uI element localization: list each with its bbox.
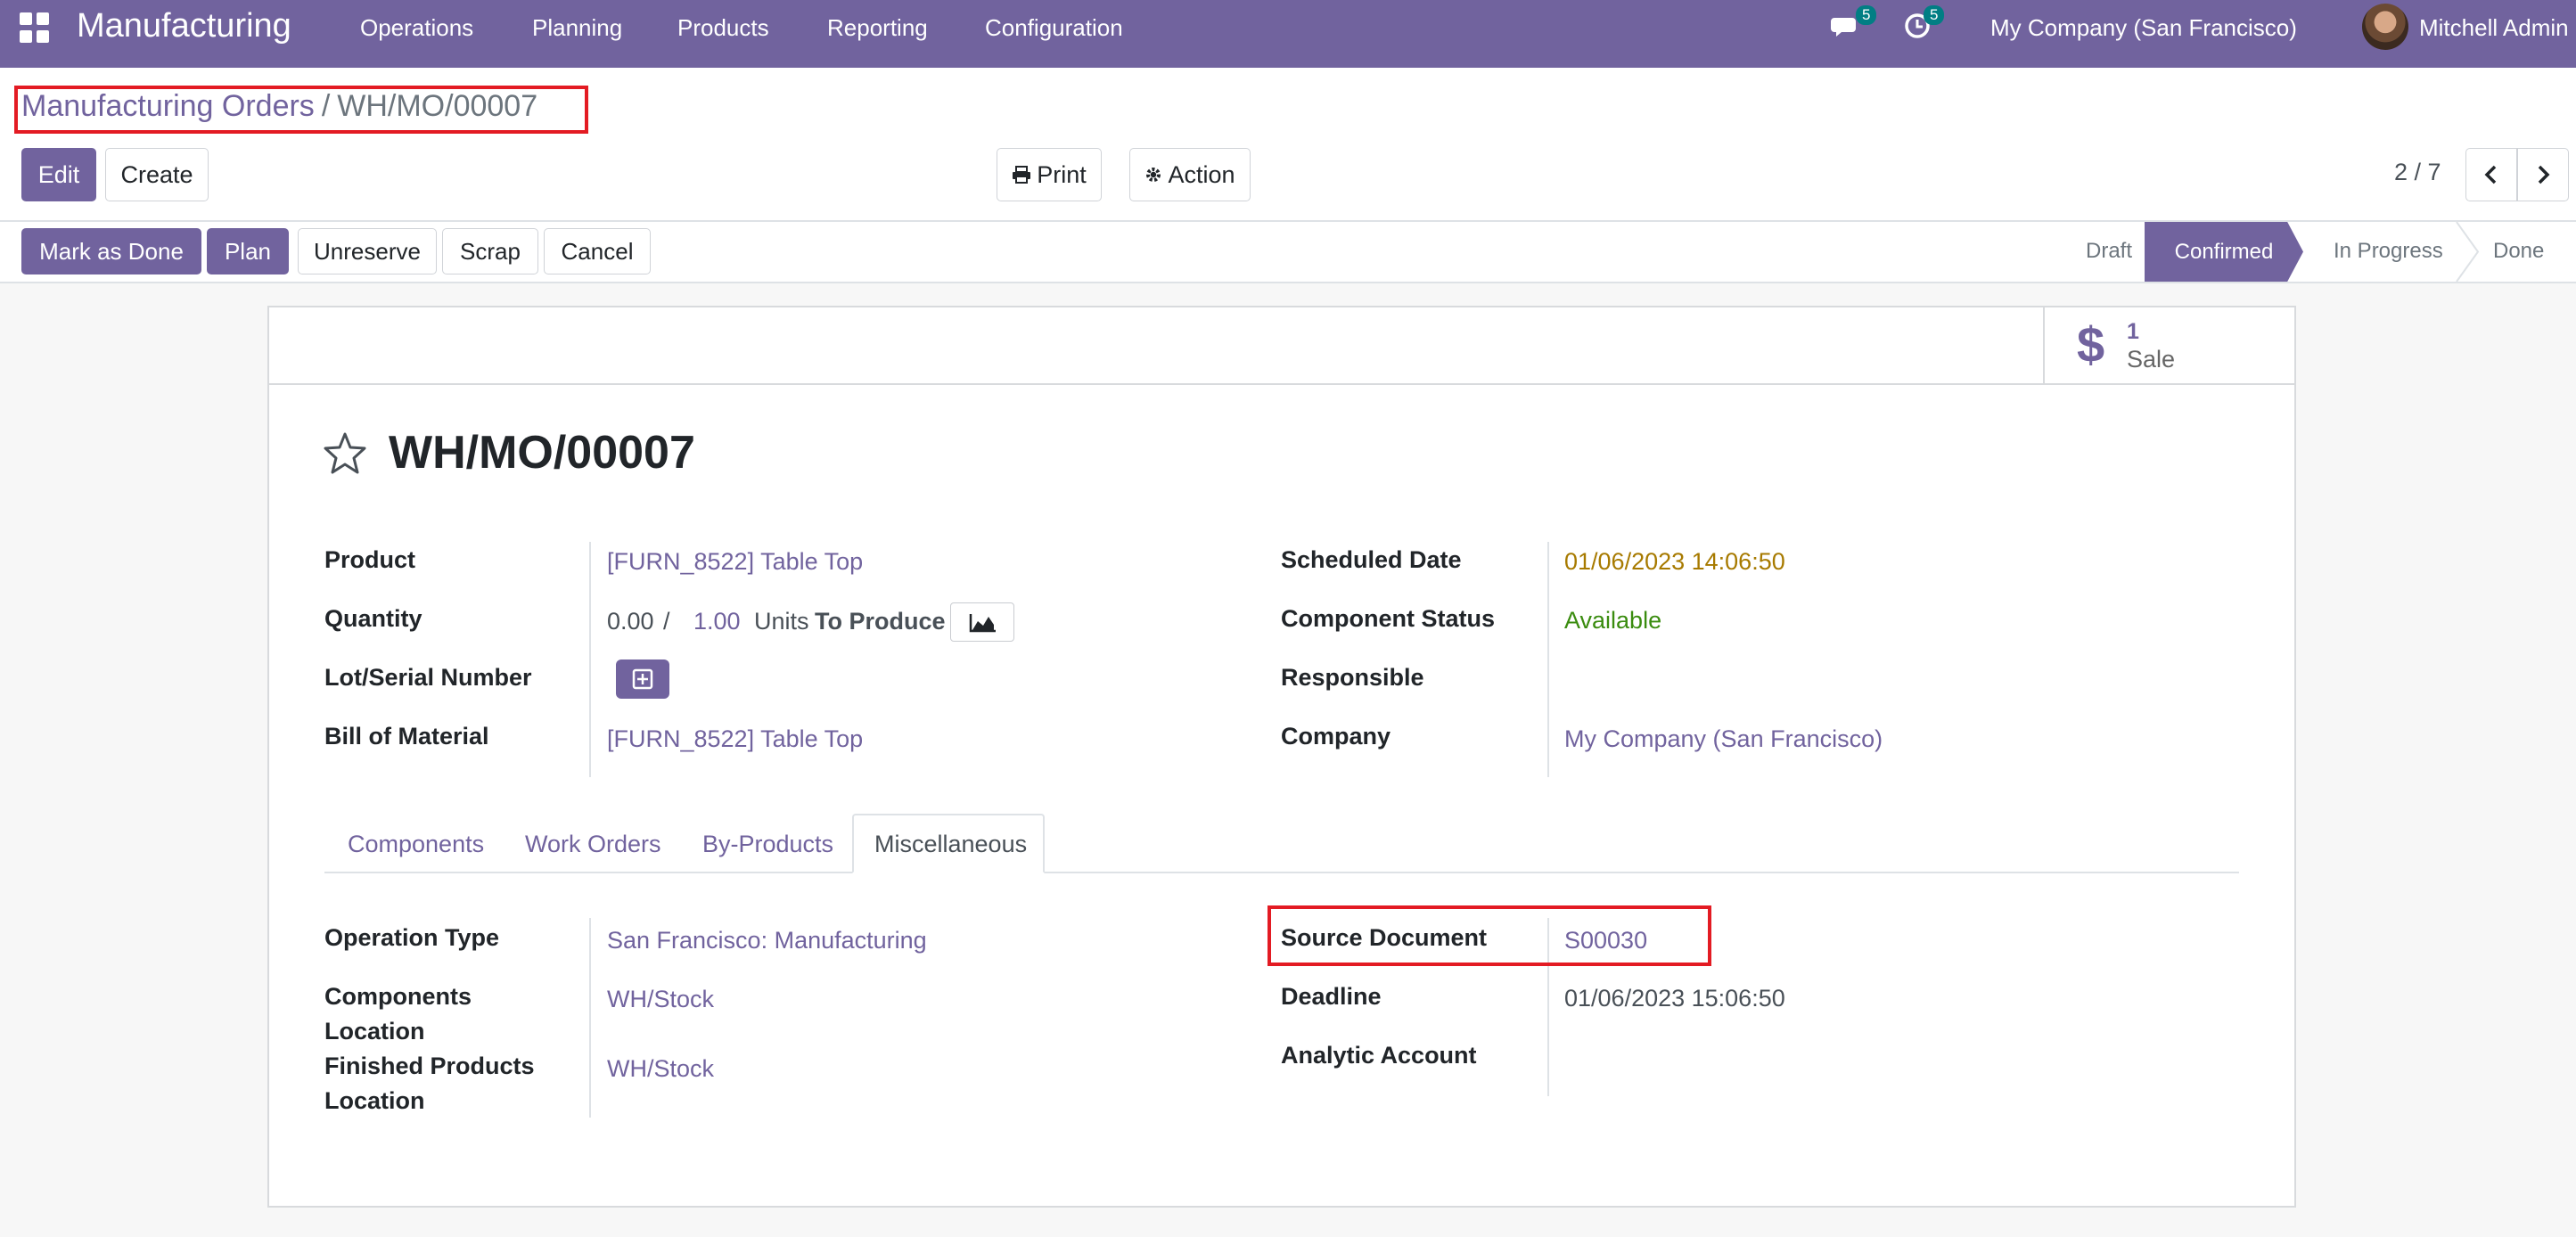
sale-count: 1 [2127, 319, 2139, 344]
dollar-icon: $ [2077, 316, 2105, 373]
pager-next-button[interactable] [2517, 148, 2569, 201]
area-chart-icon [969, 614, 996, 633]
chevron-left-icon [2484, 165, 2497, 184]
left-group-separator [589, 542, 591, 777]
action-label: Action [1168, 160, 1235, 188]
sale-label: Sale [2127, 346, 2176, 373]
status-step-done[interactable]: Done [2493, 239, 2544, 264]
print-button[interactable]: Print [997, 148, 1102, 201]
quantity-total[interactable]: 1.00 [693, 608, 741, 635]
quantity-label: Quantity [324, 605, 422, 632]
menu-configuration[interactable]: Configuration [985, 14, 1123, 42]
messages-badge: 5 [1856, 5, 1877, 25]
quantity-separator: / [663, 608, 670, 635]
star-favorite-icon[interactable] [323, 431, 367, 476]
misc-left-separator [589, 918, 591, 1118]
finished-location-label-line1: Finished Products [324, 1053, 535, 1079]
component-status-label: Component Status [1281, 605, 1495, 632]
finished-location-field[interactable]: WH/Stock [607, 1055, 714, 1083]
pager-counter[interactable]: 2 / 7 [2394, 159, 2441, 186]
components-location-field[interactable]: WH/Stock [607, 986, 714, 1013]
status-chevron-separator [2456, 222, 2480, 282]
print-icon [1013, 166, 1031, 184]
tab-components[interactable]: Components [348, 831, 484, 858]
quantity-produced[interactable]: 0.00 [607, 608, 654, 635]
menu-planning[interactable]: Planning [532, 14, 622, 42]
top-navbar: Manufacturing Operations Planning Produc… [0, 0, 2576, 68]
operation-type-label: Operation Type [324, 924, 500, 951]
plan-button[interactable]: Plan [207, 228, 289, 274]
components-location-label-line1: Components [324, 983, 472, 1010]
unreserve-button[interactable]: Unreserve [298, 228, 437, 274]
status-step-confirmed[interactable]: Confirmed [2145, 222, 2303, 282]
action-button[interactable]: Action [1129, 148, 1251, 201]
deadline-label: Deadline [1281, 983, 1382, 1010]
quantity-uom[interactable]: Units [754, 608, 809, 635]
deadline-field[interactable]: 01/06/2023 15:06:50 [1564, 985, 1785, 1012]
forecast-graph-button[interactable] [950, 602, 1014, 642]
plus-square-icon [632, 668, 653, 690]
product-field[interactable]: [FURN_8522] Table Top [607, 548, 863, 576]
mark-as-done-button[interactable]: Mark as Done [21, 228, 201, 274]
status-step-draft[interactable]: Draft [2086, 239, 2132, 264]
edit-button[interactable]: Edit [21, 148, 96, 201]
scrap-button[interactable]: Scrap [442, 228, 538, 274]
product-label: Product [324, 546, 416, 573]
print-label: Print [1037, 160, 1087, 188]
highlight-box-breadcrumb [14, 86, 588, 134]
tab-work-orders[interactable]: Work Orders [525, 831, 661, 858]
apps-menu-icon[interactable] [20, 12, 50, 43]
to-produce-label: To Produce [815, 608, 946, 635]
app-name[interactable]: Manufacturing [77, 7, 291, 45]
tab-miscellaneous-label: Miscellaneous [874, 831, 1028, 857]
tab-by-products[interactable]: By-Products [702, 831, 833, 858]
company-switcher[interactable]: My Company (San Francisco) [1990, 14, 2297, 42]
status-step-in-progress[interactable]: In Progress [2334, 239, 2443, 264]
highlight-box-source-document [1267, 905, 1711, 966]
scheduled-date-label: Scheduled Date [1281, 546, 1462, 573]
scheduled-date-field[interactable]: 01/06/2023 14:06:50 [1564, 548, 1785, 576]
button-box-divider [267, 383, 2296, 385]
activities-badge: 5 [1924, 5, 1945, 25]
user-menu[interactable]: Mitchell Admin [2419, 14, 2569, 42]
lot-serial-add-button[interactable] [616, 659, 669, 699]
tabs-bottom-border [324, 872, 2239, 873]
right-group-separator [1547, 542, 1549, 777]
company-label: Company [1281, 723, 1391, 750]
record-title: WH/MO/00007 [389, 427, 695, 479]
finished-location-label-line2: Location [324, 1087, 425, 1114]
menu-reporting[interactable]: Reporting [827, 14, 928, 42]
user-avatar[interactable] [2362, 4, 2408, 50]
pager-previous-button[interactable] [2465, 148, 2517, 201]
company-field[interactable]: My Company (San Francisco) [1564, 725, 1883, 753]
operation-type-field[interactable]: San Francisco: Manufacturing [607, 927, 927, 954]
chevron-right-icon [2538, 165, 2550, 184]
bom-label: Bill of Material [324, 723, 489, 750]
menu-operations[interactable]: Operations [360, 14, 473, 42]
component-status-field: Available [1564, 607, 1662, 634]
analytic-account-label: Analytic Account [1281, 1042, 1477, 1069]
cancel-button[interactable]: Cancel [544, 228, 651, 274]
create-button[interactable]: Create [105, 148, 209, 201]
menu-products[interactable]: Products [677, 14, 769, 42]
lot-serial-label: Lot/Serial Number [324, 664, 532, 691]
components-location-label-line2: Location [324, 1018, 425, 1044]
gear-icon [1146, 168, 1161, 182]
responsible-label: Responsible [1281, 664, 1424, 691]
bom-field[interactable]: [FURN_8522] Table Top [607, 725, 863, 753]
statusbar-top-border [0, 220, 2576, 222]
